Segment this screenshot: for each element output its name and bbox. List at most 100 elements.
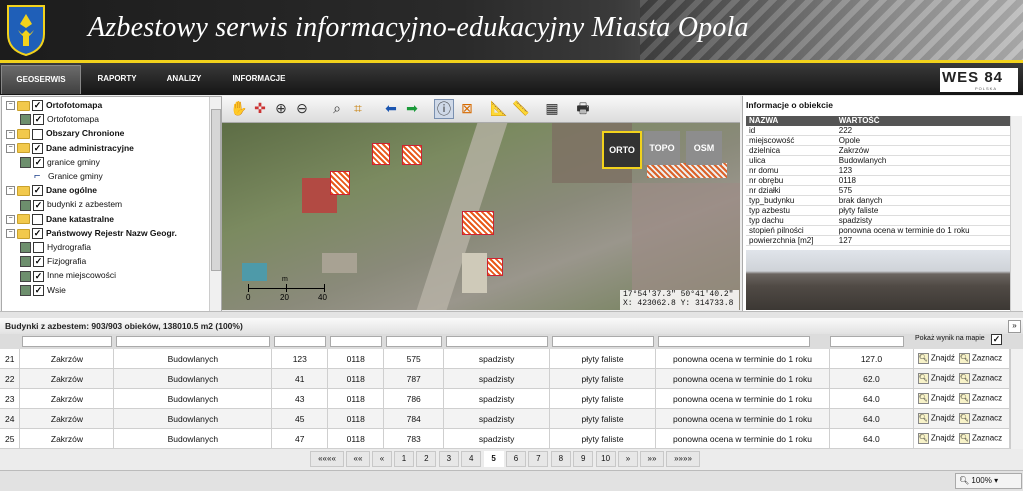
collapse-results-icon[interactable]: » <box>1008 320 1021 333</box>
zoom-window-icon[interactable]: ⌗ <box>349 99 367 117</box>
table-row[interactable]: 24 Zakrzów Budowlanych 45 0118 784 spadzisty pł… <box>0 408 1011 429</box>
layer-visibility-checkbox[interactable]: ✓ <box>32 185 43 197</box>
select-button[interactable]: 🔍︎ Zaznacz <box>958 413 1002 425</box>
pan-hand-icon[interactable]: ✋ <box>230 99 248 117</box>
filter-typ-dachu-input[interactable] <box>446 336 548 347</box>
layer-visibility-checkbox[interactable]: ✓ <box>33 199 44 211</box>
expand-toggle-icon[interactable]: − <box>6 186 15 196</box>
expand-toggle-icon[interactable]: − <box>6 214 15 224</box>
basemap-osm-button[interactable]: OSM <box>686 131 722 165</box>
layer-tree-item[interactable]: ✓ Ortofotomapa <box>20 113 99 126</box>
layer-tree-item[interactable]: ✓ Inne miejscowości <box>20 269 116 282</box>
results-scrollbar[interactable] <box>1010 349 1023 449</box>
scrollbar-thumb[interactable] <box>211 109 221 271</box>
forward-arrow-icon[interactable]: ➡ <box>403 99 421 117</box>
layer-visibility-checkbox[interactable]: ✓ <box>32 142 43 154</box>
attribute-table-icon[interactable]: ▦ <box>543 99 561 117</box>
find-button[interactable]: 🔍︎ Znajdź <box>917 373 955 385</box>
layer-visibility-checkbox[interactable]: ✓ <box>33 114 44 126</box>
zoom-extent-icon[interactable]: ⌕ <box>328 99 346 117</box>
basemap-orto-button[interactable]: ORTO <box>602 131 642 169</box>
tab-geoserwis[interactable]: GEOSERWIS <box>1 65 81 94</box>
tab-informacje[interactable]: INFORMACJE <box>222 65 296 93</box>
zoom-level-control[interactable]: 🔍︎ 100% ▾ <box>955 473 1022 489</box>
expand-toggle-icon[interactable]: − <box>6 143 15 153</box>
layer-visibility-checkbox[interactable] <box>33 242 44 254</box>
layer-visibility-checkbox[interactable] <box>32 213 43 225</box>
pager-page-button[interactable]: 9 <box>573 451 594 467</box>
layer-tree-item[interactable]: − ✓ Dane ogólne <box>6 184 97 197</box>
layer-tree-item[interactable]: − ✓ Dane administracyjne <box>6 142 134 155</box>
center-crosshair-icon[interactable]: ✜ <box>251 99 269 117</box>
info-icon[interactable]: ⓘ <box>434 99 454 119</box>
select-button[interactable]: 🔍︎ Zaznacz <box>958 353 1002 365</box>
pager-page-button[interactable]: 8 <box>550 451 571 467</box>
pager-first-button[interactable]: «««« <box>310 451 344 467</box>
pager-next-button[interactable]: » <box>618 451 638 467</box>
layer-visibility-checkbox[interactable]: ✓ <box>33 256 44 268</box>
pager-next-many-button[interactable]: »» <box>640 451 664 467</box>
pager-page-button[interactable]: 2 <box>416 451 437 467</box>
layer-visibility-checkbox[interactable]: ✓ <box>32 100 43 112</box>
layer-tree-item[interactable]: ✓ Wsie <box>20 284 66 297</box>
layer-tree-item[interactable]: ✓ budynki z azbestem <box>20 198 122 211</box>
zoom-out-icon[interactable]: ⊖ <box>293 99 311 117</box>
pager-prev-button[interactable]: « <box>372 451 392 467</box>
layer-tree-item[interactable]: ✓ Fizjografia <box>20 255 86 268</box>
expand-toggle-icon[interactable]: − <box>6 129 15 139</box>
layer-tree-item[interactable]: ✓ granice gminy <box>20 156 100 169</box>
pager-page-button[interactable]: 10 <box>595 451 616 467</box>
zoom-in-icon[interactable]: ⊕ <box>272 99 290 117</box>
pager-page-button[interactable]: 3 <box>438 451 459 467</box>
table-row[interactable]: 23 Zakrzów Budowlanych 43 0118 786 spadzisty pł… <box>0 388 1011 409</box>
tab-raporty[interactable]: RAPORTY <box>86 65 148 93</box>
layer-visibility-checkbox[interactable]: ✓ <box>32 228 43 240</box>
layer-visibility-checkbox[interactable]: ✓ <box>33 284 44 296</box>
clear-selection-icon[interactable]: ⊠ <box>458 99 476 117</box>
print-icon[interactable]: 🖶 <box>574 99 592 117</box>
table-row[interactable]: 25 Zakrzów Budowlanych 47 0118 783 spadzisty pł… <box>0 428 1011 449</box>
layer-tree-item[interactable]: ⌐ Granice gminy <box>34 170 103 183</box>
layer-tree-item[interactable]: − ✓ Państwowy Rejestr Nazw Geogr. <box>6 227 177 240</box>
layer-tree-item[interactable]: − Dane katastralne <box>6 213 114 226</box>
basemap-topo-button[interactable]: TOPO <box>644 131 680 165</box>
filter-powierzchnia-input[interactable] <box>830 336 904 347</box>
info-panel-scrollbar[interactable] <box>1010 116 1022 311</box>
layer-tree-item[interactable]: − Obszary Chronione <box>6 127 124 140</box>
show-on-map-checkbox[interactable]: ✓ <box>991 334 1002 345</box>
pager-page-button[interactable]: 5 <box>483 451 504 467</box>
pager-page-button[interactable]: 7 <box>528 451 549 467</box>
filter-nr-obrebu-input[interactable] <box>330 336 382 347</box>
tab-analizy[interactable]: ANALIZY <box>156 65 212 93</box>
layer-visibility-checkbox[interactable] <box>32 128 43 140</box>
find-button[interactable]: 🔍︎ Znajdź <box>917 433 955 445</box>
back-arrow-icon[interactable]: ⬅ <box>382 99 400 117</box>
select-button[interactable]: 🔍︎ Zaznacz <box>958 433 1002 445</box>
select-button[interactable]: 🔍︎ Zaznacz <box>958 393 1002 405</box>
select-button[interactable]: 🔍︎ Zaznacz <box>958 373 1002 385</box>
find-button[interactable]: 🔍︎ Znajdź <box>917 353 955 365</box>
filter-pilnosc-input[interactable] <box>658 336 810 347</box>
measure-area-icon[interactable]: 📏 <box>512 99 530 117</box>
filter-nr-domu-input[interactable] <box>274 336 326 347</box>
filter-nr-dzialki-input[interactable] <box>386 336 442 347</box>
panel-splitter[interactable] <box>0 311 1023 318</box>
find-button[interactable]: 🔍︎ Znajdź <box>917 393 955 405</box>
pager-page-button[interactable]: 1 <box>394 451 414 467</box>
pager-page-button[interactable]: 6 <box>506 451 526 467</box>
filter-typ-azbestu-input[interactable] <box>552 336 654 347</box>
layer-tree-scrollbar[interactable] <box>209 97 221 312</box>
layer-visibility-checkbox[interactable]: ✓ <box>33 157 44 169</box>
pager-prev-many-button[interactable]: «« <box>346 451 370 467</box>
pager-page-button[interactable]: 4 <box>461 451 482 467</box>
table-row[interactable]: 21 Zakrzów Budowlanych 123 0118 575 spadzisty p… <box>0 349 1011 369</box>
table-row[interactable]: 22 Zakrzów Budowlanych 41 0118 787 spadzisty pł… <box>0 368 1011 389</box>
measure-line-icon[interactable]: 📐 <box>490 99 508 117</box>
expand-toggle-icon[interactable]: − <box>6 101 15 111</box>
layer-tree-item[interactable]: Hydrografia <box>20 241 91 254</box>
find-button[interactable]: 🔍︎ Znajdź <box>917 413 955 425</box>
filter-ulica-input[interactable] <box>116 336 270 347</box>
layer-tree-item[interactable]: − ✓ Ortofotomapa <box>6 99 102 112</box>
pager-last-button[interactable]: »»»» <box>666 451 700 467</box>
filter-dzielnica-input[interactable] <box>22 336 112 347</box>
